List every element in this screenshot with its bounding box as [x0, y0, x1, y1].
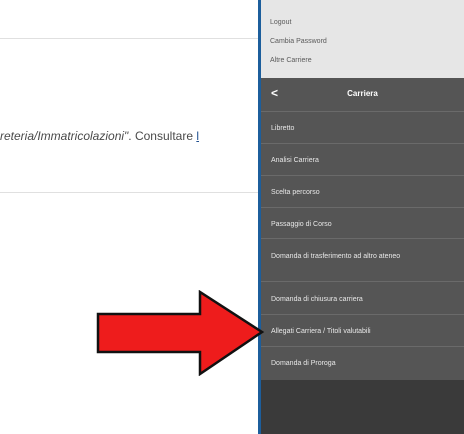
menu-item-scelta-percorso[interactable]: Scelta percorso [271, 187, 451, 198]
menu-divider [261, 175, 464, 176]
menu-divider [261, 207, 464, 208]
change-password-link[interactable]: Cambia Password [270, 38, 327, 45]
menu-item-allegati-carriera[interactable]: Allegati Carriera / Titoli valutabili [271, 326, 451, 337]
menu-item-chiusura-carriera[interactable]: Domanda di chiusura carriera [271, 294, 451, 305]
career-menu: < Carriera Libretto Analisi Carriera Sce… [261, 78, 464, 380]
divider [0, 192, 258, 193]
menu-footer [261, 380, 464, 434]
divider [0, 38, 258, 39]
menu-item-analisi-carriera[interactable]: Analisi Carriera [271, 155, 451, 166]
menu-item-libretto[interactable]: Libretto [271, 123, 451, 134]
menu-item-trasferimento[interactable]: Domanda di trasferimento ad altro ateneo [271, 251, 451, 262]
menu-divider [261, 281, 464, 282]
career-menu-header: < Carriera [261, 78, 464, 111]
instruction-link[interactable]: l [196, 129, 199, 143]
other-careers-link[interactable]: Altre Carriere [270, 57, 312, 64]
career-menu-title: Carriera [347, 89, 378, 98]
instruction-italic: reteria/Immatricolazioni" [0, 129, 129, 143]
menu-item-domanda-proroga[interactable]: Domanda di Proroga [271, 358, 451, 369]
menu-divider [261, 238, 464, 239]
menu-divider [261, 111, 464, 112]
menu-item-passaggio-di-corso[interactable]: Passaggio di Corso [271, 219, 451, 230]
menu-divider [261, 143, 464, 144]
menu-divider [261, 346, 464, 347]
menu-divider [261, 314, 464, 315]
red-arrow-pointer-icon [96, 290, 265, 376]
instruction-text: reteria/Immatricolazioni". Consultare l [0, 129, 199, 143]
instruction-rest: . Consultare [128, 129, 197, 143]
logout-link[interactable]: Logout [270, 19, 291, 26]
